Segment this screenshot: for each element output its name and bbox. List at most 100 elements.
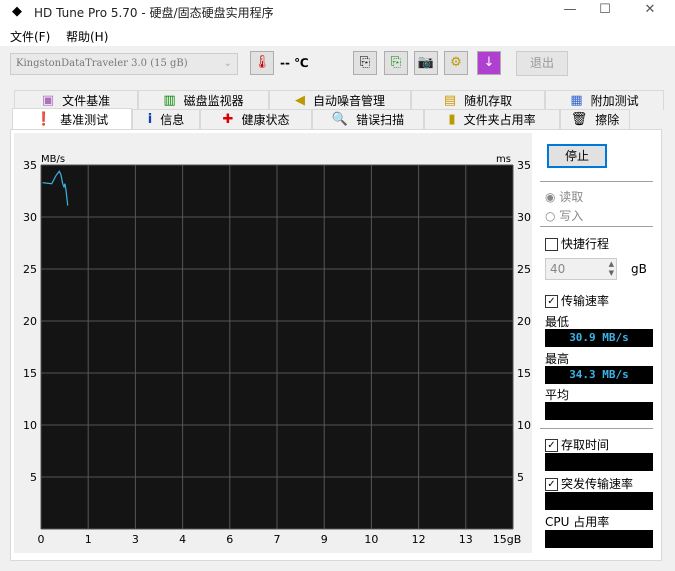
benchmark-icon: ❗ (35, 112, 53, 127)
y-axis-label-left: MB/s (41, 154, 65, 165)
y-tick-label-right: 10 (517, 419, 531, 432)
y-tick-label-left: 35 (23, 159, 37, 172)
maximize-button[interactable]: ☐ (590, 2, 620, 22)
short-stroke-label: 快捷行程 (561, 237, 610, 251)
x-tick-label: 15gB (493, 533, 522, 546)
tab-label: 文件夹占用率 (463, 113, 536, 127)
y-tick-label-left: 5 (30, 471, 37, 484)
tab-file-benchmark[interactable]: ▣ 文件基准 (14, 90, 138, 110)
temperature-readout: -- ℃ (280, 56, 309, 70)
write-label: 写入 (559, 209, 584, 223)
y-tick-label-right: 25 (517, 263, 531, 276)
stop-button[interactable]: 停止 (547, 144, 607, 168)
tabs-row-2: ❗ 基准测试 i 信息 ✚ 健康状态 🔍 错误扫描 ▮ 文件夹占用率 🗑 擦除 (12, 108, 664, 130)
y-tick-label-right: 30 (517, 211, 531, 224)
tab-label: 健康状态 (241, 113, 290, 127)
read-label: 读取 (559, 190, 584, 204)
x-tick-label: 12 (412, 533, 426, 546)
copy-info-button[interactable]: ⎘ (353, 51, 377, 75)
short-stroke-value: 40 (550, 262, 566, 276)
short-stroke-input[interactable]: 40 ▲ ▼ (545, 258, 617, 280)
options-gear-icon[interactable]: ⚙ (444, 51, 468, 75)
screenshot-camera-icon[interactable]: 📷 (414, 51, 438, 75)
info-icon: i (147, 112, 153, 127)
tab-label: 基准测试 (60, 113, 109, 127)
x-tick-label: 13 (459, 533, 473, 546)
menu-file[interactable]: 文件(F) (10, 28, 50, 45)
cpu-value (545, 530, 653, 548)
close-button[interactable]: ✕ (635, 2, 665, 22)
y-tick-label-left: 30 (23, 211, 37, 224)
x-tick-label: 3 (132, 533, 139, 546)
short-stroke-checkbox[interactable]: 快捷行程 (545, 235, 609, 252)
read-radio[interactable]: ◉ 读取 (545, 188, 583, 205)
tab-label: 信息 (160, 113, 185, 127)
copy-all-button[interactable]: ⎘ (384, 51, 408, 75)
x-tick-label: 6 (226, 533, 233, 546)
max-label: 最高 (545, 352, 570, 366)
x-tick-label: 1 (85, 533, 92, 546)
y-tick-label-right: 15 (517, 367, 531, 380)
tab-health[interactable]: ✚ 健康状态 (200, 109, 312, 129)
drive-select-value: KingstonDataTraveler 3.0 (15 gB) (16, 58, 188, 69)
tab-random-access[interactable]: ▤ 随机存取 (411, 90, 545, 110)
checkmark-icon: ✓ (545, 439, 558, 452)
extra-tests-icon: ▦ (570, 93, 583, 108)
access-time-label: 存取时间 (561, 438, 610, 452)
tab-info[interactable]: i 信息 (132, 109, 200, 129)
divider (540, 181, 653, 182)
y-tick-label-left: 15 (23, 367, 37, 380)
avg-value (545, 402, 653, 420)
exit-button[interactable]: 退出 (516, 51, 568, 76)
max-value: 34.3 MB/s (545, 366, 653, 384)
tab-label: 附加测试 (590, 94, 639, 108)
access-time-checkbox[interactable]: ✓ 存取时间 (545, 436, 609, 453)
tab-error-scan[interactable]: 🔍 错误扫描 (312, 109, 424, 129)
burst-rate-checkbox[interactable]: ✓ 突发传输速率 (545, 475, 633, 492)
divider (540, 428, 653, 429)
cpu-label: CPU 占用率 (545, 515, 610, 529)
tab-erase[interactable]: 🗑 擦除 (560, 109, 630, 129)
y-tick-label-left: 20 (23, 315, 37, 328)
speaker-icon: ◀ (294, 93, 305, 108)
tab-folder-usage[interactable]: ▮ 文件夹占用率 (424, 109, 560, 129)
transfer-rate-label: 传输速率 (561, 294, 610, 308)
burst-rate-label: 突发传输速率 (561, 477, 634, 491)
file-benchmark-icon: ▣ (41, 93, 55, 108)
checkmark-icon: ✓ (545, 478, 558, 491)
write-radio[interactable]: ○ 写入 (545, 207, 583, 224)
min-value: 30.9 MB/s (545, 329, 653, 347)
tab-label: 擦除 (595, 113, 620, 127)
save-download-icon[interactable]: ↓ (477, 51, 501, 75)
window-title: HD Tune Pro 5.70 - 硬盘/固态硬盘实用程序 (34, 6, 274, 20)
transfer-rate-checkbox[interactable]: ✓ 传输速率 (545, 292, 609, 309)
burst-rate-value (545, 492, 653, 510)
drive-select[interactable]: KingstonDataTraveler 3.0 (15 gB) ⌄ (10, 53, 238, 75)
tab-label: 磁盘监视器 (183, 94, 244, 108)
y-tick-label-right: 20 (517, 315, 531, 328)
tab-disk-monitor[interactable]: ▥ 磁盘监视器 (138, 90, 269, 110)
tab-label: 错误扫描 (356, 113, 405, 127)
checkmark-icon: ✓ (545, 295, 558, 308)
x-tick-label: 9 (321, 533, 328, 546)
divider (540, 226, 653, 227)
tab-extra-tests[interactable]: ▦ 附加测试 (545, 90, 664, 110)
tab-label: 文件基准 (62, 94, 111, 108)
erase-icon: 🗑 (570, 112, 588, 127)
spinner-arrows-icon[interactable]: ▲ ▼ (609, 260, 614, 278)
y-axis-label-right: ms (496, 154, 511, 165)
tab-noise-management[interactable]: ◀ 自动噪音管理 (269, 90, 411, 110)
random-access-icon: ▤ (443, 93, 457, 108)
y-tick-label-left: 25 (23, 263, 37, 276)
menu-help[interactable]: 帮助(H) (66, 28, 108, 45)
access-time-value (545, 453, 653, 471)
checkbox-unchecked (545, 238, 558, 251)
benchmark-chart: 5 510 1015 1520 2025 2530 3035 35MB/s ms0 1 3 4 6 7 9 1… (23, 154, 531, 546)
tab-benchmark[interactable]: ❗ 基准测试 (12, 108, 132, 130)
chevron-down-icon: ⌄ (223, 58, 232, 69)
x-tick-label: 4 (179, 533, 186, 546)
tabs-row-1: ▣ 文件基准 ▥ 磁盘监视器 ◀ 自动噪音管理 ▤ 随机存取 ▦ 附加测试 (14, 90, 664, 110)
min-label: 最低 (545, 315, 570, 329)
disk-monitor-icon: ▥ (163, 93, 176, 108)
minimize-button[interactable]: — (555, 2, 585, 22)
